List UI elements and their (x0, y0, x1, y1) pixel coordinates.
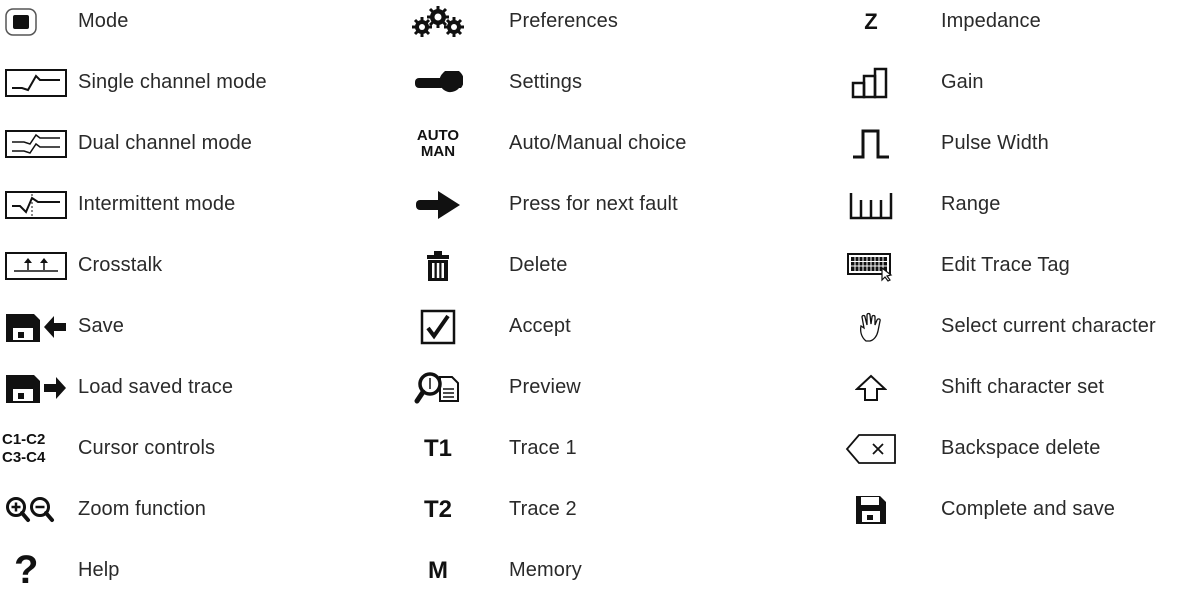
floppy-icon (836, 490, 941, 530)
trace1-glyph: T1 (423, 434, 452, 462)
legend-label: Preferences (509, 10, 618, 32)
legend-label: Edit Trace Tag (941, 254, 1070, 276)
impedance-glyph: Z (864, 8, 878, 34)
legend-row-gain: Gain (836, 52, 1156, 113)
legend-row-dual-channel: Dual channel mode (0, 113, 267, 174)
legend-row-cursor-controls: C1-C2 C3-C4 Cursor controls (0, 418, 267, 479)
legend-label: Backspace delete (941, 437, 1101, 459)
cursor-controls-icon: C1-C2 C3-C4 (0, 429, 78, 469)
load-trace-icon (0, 368, 78, 408)
legend-row-select-character: Select current character (836, 296, 1156, 357)
legend-label: Trace 1 (509, 437, 577, 459)
trash-icon (405, 246, 509, 286)
auto-glyph: AUTO (416, 126, 460, 144)
legend-row-crosstalk: Crosstalk (0, 235, 267, 296)
legend-column-3: Z Impedance Gain Pulse Width Range Edit … (836, 0, 1156, 540)
legend-row-trace2: T2 Trace 2 (405, 479, 686, 540)
preview-icon (405, 368, 509, 408)
legend-row-accept: Accept (405, 296, 686, 357)
legend-row-settings: Settings (405, 52, 686, 113)
legend-label: Single channel mode (78, 71, 267, 93)
legend-label: Shift character set (941, 376, 1105, 398)
legend-label: Accept (509, 315, 571, 337)
keyboard-icon (836, 246, 941, 286)
auto-manual-icon: AUTO MAN (405, 124, 509, 164)
trace1-icon: T1 (405, 429, 509, 469)
legend-row-backspace: Backspace delete (836, 418, 1156, 479)
legend-row-complete-save: Complete and save (836, 479, 1156, 540)
legend-column-2: Preferences Settings AUTO MAN Auto/Manua… (405, 0, 686, 601)
legend-row-help: ? Help (0, 540, 267, 601)
cursor-controls-glyph-top: C1-C2 (2, 430, 46, 448)
legend-label: Complete and save (941, 498, 1116, 520)
legend-label: Load saved trace (78, 376, 234, 398)
shift-icon (836, 368, 941, 408)
help-icon: ? (0, 548, 78, 592)
legend-row-pulse-width: Pulse Width (836, 113, 1156, 174)
legend-label: Cursor controls (78, 437, 216, 459)
pulse-width-icon (836, 124, 941, 164)
cursor-controls-glyph-bottom: C3-C4 (2, 448, 46, 466)
legend-row-save: Save (0, 296, 267, 357)
legend-label: Gain (941, 71, 984, 93)
legend-row-preview: Preview (405, 357, 686, 418)
legend-label: Memory (509, 559, 582, 581)
mode-icon (0, 2, 78, 42)
legend-row-shift: Shift character set (836, 357, 1156, 418)
legend-row-preferences: Preferences (405, 0, 686, 52)
wrench-icon (405, 63, 509, 103)
crosstalk-icon (0, 246, 78, 286)
legend-label: Mode (78, 10, 129, 32)
save-icon (0, 307, 78, 347)
range-icon (836, 185, 941, 225)
trace2-glyph: T2 (423, 495, 452, 523)
gears-icon (405, 2, 509, 42)
legend-label: Preview (509, 376, 581, 398)
legend-label: Dual channel mode (78, 132, 253, 154)
legend-label: Zoom function (78, 498, 207, 520)
legend-label: Range (941, 193, 1001, 215)
legend-row-zoom: Zoom function (0, 479, 267, 540)
legend-label: Auto/Manual choice (509, 132, 687, 154)
legend-label: Delete (509, 254, 568, 276)
intermittent-icon (0, 185, 78, 225)
checkmark-icon (405, 307, 509, 347)
manual-glyph: MAN (420, 142, 456, 160)
dual-channel-icon (0, 124, 78, 164)
gain-icon (836, 63, 941, 103)
legend-label: Impedance (941, 10, 1041, 32)
backspace-icon (836, 429, 941, 469)
legend-row-auto-manual: AUTO MAN Auto/Manual choice (405, 113, 686, 174)
legend-label: Pulse Width (941, 132, 1049, 154)
legend-row-trace1: T1 Trace 1 (405, 418, 686, 479)
memory-icon: M (405, 551, 509, 591)
legend-label: Select current character (941, 315, 1156, 337)
arrow-right-icon (405, 185, 509, 225)
legend-label: Save (78, 315, 124, 337)
legend-row-delete: Delete (405, 235, 686, 296)
legend-row-memory: M Memory (405, 540, 686, 601)
legend-label: Settings (509, 71, 583, 93)
legend-row-range: Range (836, 174, 1156, 235)
single-channel-icon (0, 63, 78, 103)
help-glyph: ? (14, 548, 39, 592)
legend-label: Intermittent mode (78, 193, 236, 215)
legend-row-intermittent: Intermittent mode (0, 174, 267, 235)
hand-icon (836, 307, 941, 347)
legend-row-mode: Mode (0, 0, 267, 52)
memory-glyph: M (428, 556, 448, 584)
legend-column-1: Mode Single channel mode Dual channel mo… (0, 0, 267, 601)
legend-label: Crosstalk (78, 254, 163, 276)
trace2-icon: T2 (405, 490, 509, 530)
zoom-icon (0, 490, 78, 530)
legend-label: Trace 2 (509, 498, 577, 520)
legend-label: Help (78, 559, 120, 581)
legend-row-load-trace: Load saved trace (0, 357, 267, 418)
impedance-icon: Z (836, 2, 941, 42)
legend-label: Press for next fault (509, 193, 678, 215)
legend-row-single-channel: Single channel mode (0, 52, 267, 113)
legend-row-impedance: Z Impedance (836, 0, 1156, 52)
legend-row-edit-trace-tag: Edit Trace Tag (836, 235, 1156, 296)
legend-row-next-fault: Press for next fault (405, 174, 686, 235)
